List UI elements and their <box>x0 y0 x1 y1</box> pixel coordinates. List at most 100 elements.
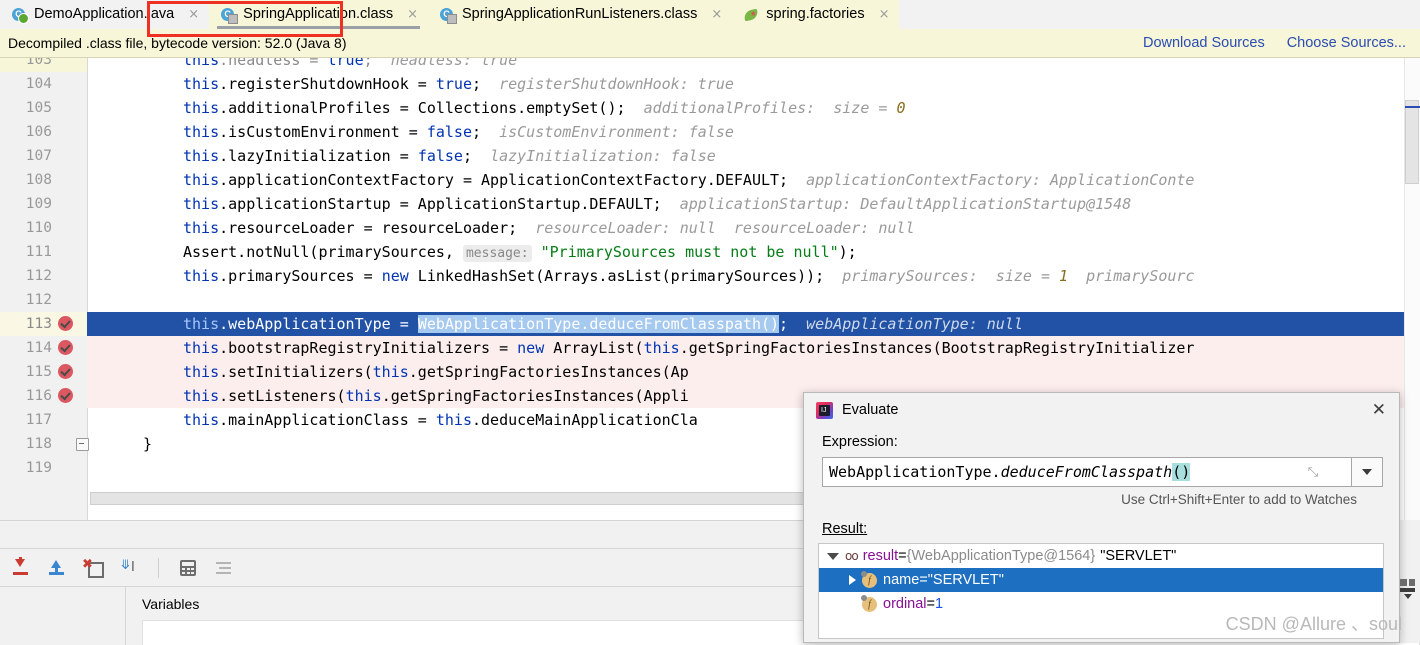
expression-input[interactable]: WebApplicationType. deduceFromClasspath()… <box>822 457 1352 487</box>
tab-springapplication-class[interactable]: C SpringApplication.class × <box>209 0 428 29</box>
line-number: 118 <box>25 436 52 452</box>
decompiled-notification-bar: Decompiled .class file, bytecode version… <box>0 29 1420 58</box>
spring-factories-icon <box>743 7 760 23</box>
line-number: 119 <box>25 460 52 476</box>
line-number: 113 <box>25 316 52 332</box>
line-number: 111 <box>25 244 52 260</box>
line-number: 105 <box>25 100 52 116</box>
scroll-marker[interactable] <box>1405 106 1420 108</box>
code-line-104: this.registerShutdownHook = true; regist… <box>183 75 734 93</box>
equals-sign: = <box>898 548 907 564</box>
variables-label: Variables <box>142 596 200 612</box>
notification-message: Decompiled .class file, bytecode version… <box>8 35 347 51</box>
result-label-text: Result: <box>822 521 868 537</box>
variable-value: "SERVLET" <box>1100 548 1177 564</box>
code-line-108: this.applicationContextFactory = Applica… <box>183 171 1195 189</box>
editor-tab-bar: C DemoApplication.java × C SpringApplica… <box>0 0 1420 29</box>
code-line-109: this.applicationStartup = ApplicationSta… <box>183 195 1132 213</box>
chevron-right-icon[interactable] <box>849 575 856 585</box>
tab-label: DemoApplication.java <box>34 6 175 23</box>
toolbar-separator <box>158 557 159 578</box>
scrollbar-thumb[interactable] <box>1405 100 1419 184</box>
variable-value: 1 <box>935 596 944 612</box>
breakpoint-icon[interactable] <box>58 364 73 379</box>
close-icon[interactable]: ✕ <box>1369 401 1389 419</box>
code-line-114: this.bootstrapRegistryInitializers = new… <box>183 339 1195 357</box>
close-icon[interactable]: × <box>407 8 418 21</box>
equals-sign: = <box>926 596 935 612</box>
expression-history-dropdown[interactable] <box>1352 457 1383 487</box>
watermark: CSDN @Allure 、soul <box>1225 614 1402 634</box>
force-step-into-icon[interactable]: ✖ <box>82 557 104 579</box>
java-class-run-icon: C <box>12 7 29 24</box>
variable-type: {WebApplicationType@1564} <box>906 548 1096 564</box>
expression-method: deduceFromClasspath <box>1000 463 1173 481</box>
editor-horizontal-scrollbar[interactable] <box>90 492 805 505</box>
variable-name: name <box>883 572 920 588</box>
tab-label: SpringApplicationRunListeners.class <box>461 6 698 23</box>
tab-demoapplication-java[interactable]: C DemoApplication.java × <box>0 0 210 29</box>
close-icon[interactable]: × <box>879 8 890 21</box>
line-number: 115 <box>25 364 52 380</box>
tab-springapplicationrunlisteners-class[interactable]: C SpringApplicationRunListeners.class × <box>427 0 733 29</box>
expand-editor-icon[interactable]: ⤡ <box>1305 465 1321 481</box>
line-number: 103 <box>25 58 52 68</box>
tab-spring-factories[interactable]: spring.factories × <box>732 0 900 29</box>
restore-layout-icon[interactable] <box>1399 577 1417 601</box>
watches-hint: Use Ctrl+Shift+Enter to add to Watches <box>1121 492 1357 507</box>
expression-input-row[interactable]: WebApplicationType. deduceFromClasspath()… <box>822 457 1383 487</box>
variable-name: ordinal <box>883 596 927 612</box>
line-number: 104 <box>25 76 52 92</box>
intellij-logo-icon: IJ <box>816 401 833 419</box>
dialog-title-bar: IJ Evaluate ✕ <box>804 393 1399 427</box>
expression-label: Expression: <box>822 434 898 450</box>
line-number: 110 <box>25 220 52 236</box>
code-line-106: this.isCustomEnvironment = false; isCust… <box>183 123 734 141</box>
evaluate-dialog[interactable]: IJ Evaluate ✕ Expression: WebApplication… <box>803 392 1400 643</box>
line-number: 117 <box>25 412 52 428</box>
expression-parens: () <box>1172 463 1191 481</box>
line-number: 108 <box>25 172 52 188</box>
field-icon: f <box>861 570 877 588</box>
notification-actions: Download Sources Choose Sources... <box>1143 35 1420 51</box>
tree-row-result[interactable]: oo result = {WebApplicationType@1564} "S… <box>819 544 1383 568</box>
step-out-icon[interactable] <box>46 557 68 579</box>
tab-label: SpringApplication.class <box>243 6 394 23</box>
code-line-115: this.setInitializers(this.getSpringFacto… <box>183 363 689 381</box>
java-class-decompiled-icon: C <box>439 7 457 24</box>
editor-vertical-scrollbar[interactable] <box>1404 58 1420 520</box>
tree-row-name[interactable]: f name = "SERVLET" <box>819 568 1383 592</box>
chevron-down-icon[interactable] <box>827 552 839 560</box>
step-over-icon[interactable] <box>10 556 32 579</box>
code-line-111: Assert.notNull(primarySources, message: … <box>183 243 857 262</box>
tab-label: spring.factories <box>766 6 865 23</box>
code-line-118: } <box>143 435 153 453</box>
step-into-icon[interactable]: ⤋ I <box>118 557 140 579</box>
layout-settings-icon[interactable] <box>213 557 235 579</box>
field-icon: f <box>861 594 877 612</box>
code-line-117: this.mainApplicationClass = this.deduceM… <box>183 411 698 429</box>
variable-name: result <box>862 548 899 564</box>
dialog-title: Evaluate <box>842 402 899 418</box>
close-icon[interactable]: × <box>188 8 199 21</box>
code-line-112: this.primarySources = new LinkedHashSet(… <box>183 267 1195 285</box>
code-line-103: this.headless = true; headless: true <box>183 58 518 69</box>
choose-sources-link[interactable]: Choose Sources... <box>1287 35 1406 51</box>
close-icon[interactable]: × <box>711 8 722 21</box>
evaluate-expression-icon[interactable] <box>177 557 199 579</box>
equals-sign: = <box>919 572 928 588</box>
chevron-down-icon <box>1362 469 1372 475</box>
breakpoint-icon[interactable] <box>58 316 73 331</box>
line-number: 109 <box>25 196 52 212</box>
frames-pane[interactable] <box>0 587 126 645</box>
expression-prefix: WebApplicationType. <box>829 463 1001 481</box>
object-icon: oo <box>845 549 859 563</box>
variable-value: "SERVLET" <box>927 572 1004 588</box>
breakpoint-icon[interactable] <box>58 340 73 355</box>
code-line-116: this.setListeners(this.getSpringFactorie… <box>183 387 689 405</box>
breakpoint-icon[interactable] <box>58 388 73 403</box>
download-sources-link[interactable]: Download Sources <box>1143 35 1265 51</box>
line-number: 107 <box>25 148 52 164</box>
code-line-110: this.resourceLoader = resourceLoader; re… <box>183 219 915 237</box>
line-number: 112 <box>25 292 52 308</box>
